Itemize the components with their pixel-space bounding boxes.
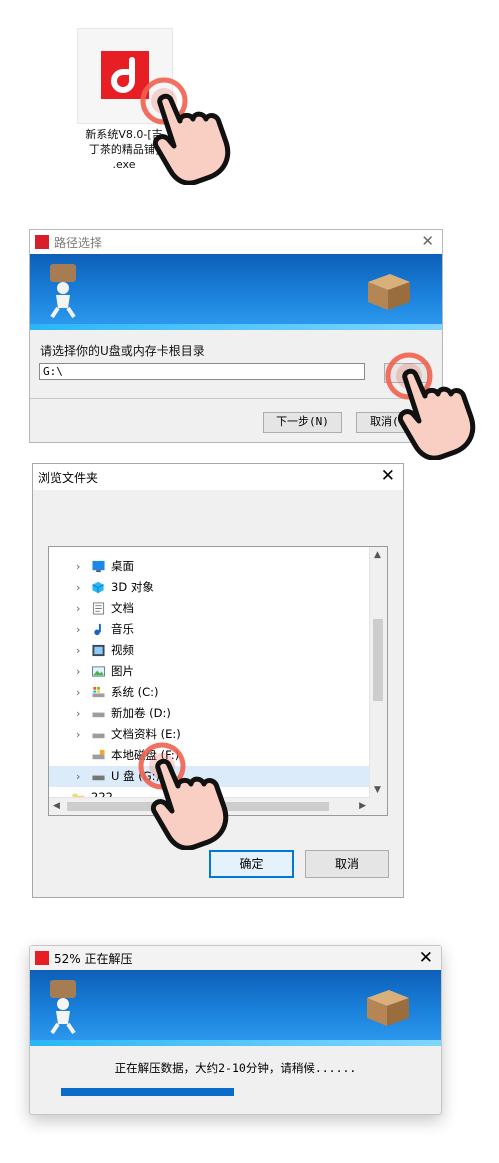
desktop-icon (92, 560, 105, 573)
progress-bar (61, 1088, 412, 1096)
tree-item[interactable]: 本地磁盘 (F:) (49, 745, 369, 766)
extract-progress-dialog: 52% 正在解压 ✕ 正在解压数据，大约2-10分钟，请稍候...... (29, 945, 442, 1115)
title-bar: 路径选择 ✕ (30, 230, 442, 254)
tree-item-label: 文档资料 (E:) (111, 727, 181, 741)
tree-item-label: 本地磁盘 (F:) (111, 748, 180, 762)
tree-item[interactable]: › 新加卷 (D:) (49, 703, 369, 724)
music-icon (94, 623, 101, 636)
tree-item-label: 新加卷 (D:) (111, 706, 171, 720)
vertical-scrollbar[interactable]: ▲ ▼ (369, 547, 387, 798)
close-icon[interactable]: ✕ (381, 466, 395, 486)
dialog-title: 路径选择 (54, 236, 103, 250)
carrier-figure-icon (50, 980, 76, 1034)
tree-item-label: 桌面 (111, 559, 134, 573)
tree-item[interactable]: › U 盘 (G:) (49, 766, 369, 787)
tree-item[interactable]: › 3D 对象 (49, 577, 369, 598)
prompt-text: 请选择你的U盘或内存卡根目录 (40, 344, 205, 358)
browse-folder-dialog: 浏览文件夹 ✕ › 桌面 › 3D 对象 › 文档 › 音乐 › 视频 › 图片 › 系统 (C:) › 新加… (32, 463, 404, 898)
tree-item[interactable]: › 桌面 (49, 556, 369, 577)
carrier-figure-icon (50, 264, 76, 318)
next-button[interactable]: 下一步(N) (263, 412, 342, 433)
title-bar: 52% 正在解压 ✕ (30, 946, 441, 970)
scroll-corner (370, 798, 387, 815)
tree-item[interactable]: › 系统 (C:) (49, 682, 369, 703)
cancel-button[interactable]: 取消(C) (356, 412, 426, 433)
tree-item-label: 3D 对象 (111, 580, 154, 594)
tree-item-label: 视频 (111, 643, 134, 657)
expand-chevron-icon[interactable]: › (76, 640, 80, 661)
system-drive-icon (92, 686, 105, 698)
usb-drive-icon (92, 775, 105, 781)
drive-icon (92, 712, 105, 718)
scroll-up-icon[interactable]: ▲ (374, 550, 381, 560)
desktop-icon-label[interactable]: 新系统V8.0-[吉 丁茶的精品铺] .exe (62, 127, 186, 172)
expand-chevron-icon[interactable]: › (76, 577, 80, 598)
picture-icon (92, 666, 105, 677)
folder-tree[interactable]: › 桌面 › 3D 对象 › 文档 › 音乐 › 视频 › 图片 › 系统 (C:) › 新加卷 (D:) › 文… (48, 546, 388, 816)
scroll-left-icon[interactable]: ◀ (53, 801, 60, 811)
drive-icon (92, 733, 105, 739)
scroll-thumb[interactable] (373, 619, 383, 701)
locked-drive-icon (92, 749, 105, 760)
path-select-dialog: 路径选择 ✕ 请选择你的U盘或内存卡根目录 G:\ 下一步(N) 取消(C) (29, 229, 443, 443)
3d-objects-icon (92, 581, 104, 594)
cancel-button[interactable]: 取消 (305, 850, 389, 878)
app-logo-icon[interactable] (101, 51, 149, 99)
video-icon (92, 644, 105, 657)
expand-chevron-icon[interactable]: › (76, 619, 80, 640)
box-icon (368, 274, 410, 310)
tree-item-label: 图片 (111, 664, 134, 678)
app-small-icon (35, 951, 49, 965)
status-text: 正在解压数据，大约2-10分钟，请稍候...... (114, 1061, 357, 1075)
browse-button[interactable] (384, 363, 428, 383)
tree-item-label: U 盘 (G:) (111, 769, 160, 783)
banner-stripe (30, 1040, 441, 1046)
divider (30, 398, 442, 399)
expand-chevron-icon[interactable]: › (76, 703, 80, 724)
ok-button[interactable]: 确定 (209, 850, 294, 878)
dialog-title: 52% 正在解压 (54, 952, 133, 966)
title-bar: 浏览文件夹 ✕ (33, 464, 403, 490)
expand-chevron-icon[interactable]: › (76, 724, 80, 745)
header-banner (30, 970, 441, 1046)
tree-item-label: 文档 (111, 601, 134, 615)
tree-item[interactable]: › 视频 (49, 640, 369, 661)
tree-item-label: 音乐 (111, 622, 134, 636)
header-banner (30, 254, 442, 330)
expand-chevron-icon[interactable]: › (76, 682, 80, 703)
dialog-title: 浏览文件夹 (38, 471, 99, 485)
scroll-right-icon[interactable]: ▶ (359, 801, 366, 811)
desktop-icon-label-line: 丁茶的精品铺] (88, 143, 160, 156)
banner-stripe (30, 324, 442, 330)
scroll-thumb[interactable] (67, 802, 329, 811)
progress-fill (61, 1088, 235, 1096)
app-small-icon (35, 235, 49, 249)
tree-item[interactable]: › 文档资料 (E:) (49, 724, 369, 745)
close-icon[interactable]: ✕ (421, 232, 434, 250)
desktop-icon-label-line: 新系统V8.0-[吉 (85, 128, 163, 141)
close-icon[interactable]: ✕ (419, 948, 433, 968)
tree-item[interactable]: › 文档 (49, 598, 369, 619)
expand-chevron-icon[interactable]: › (76, 661, 80, 682)
document-icon (92, 602, 105, 615)
tree-item[interactable]: › 音乐 (49, 619, 369, 640)
tree-item[interactable]: › 图片 (49, 661, 369, 682)
box-icon (367, 990, 409, 1026)
horizontal-scrollbar[interactable]: ◀ ▶ (49, 797, 370, 815)
tree-item-label: 系统 (C:) (111, 685, 159, 699)
scroll-down-icon[interactable]: ▼ (374, 785, 381, 795)
desktop-icon-label-line: .exe (112, 158, 136, 171)
expand-chevron-icon[interactable]: › (76, 766, 80, 787)
path-input[interactable]: G:\ (39, 363, 365, 380)
expand-chevron-icon[interactable]: › (76, 598, 80, 619)
expand-chevron-icon[interactable]: › (76, 556, 80, 577)
